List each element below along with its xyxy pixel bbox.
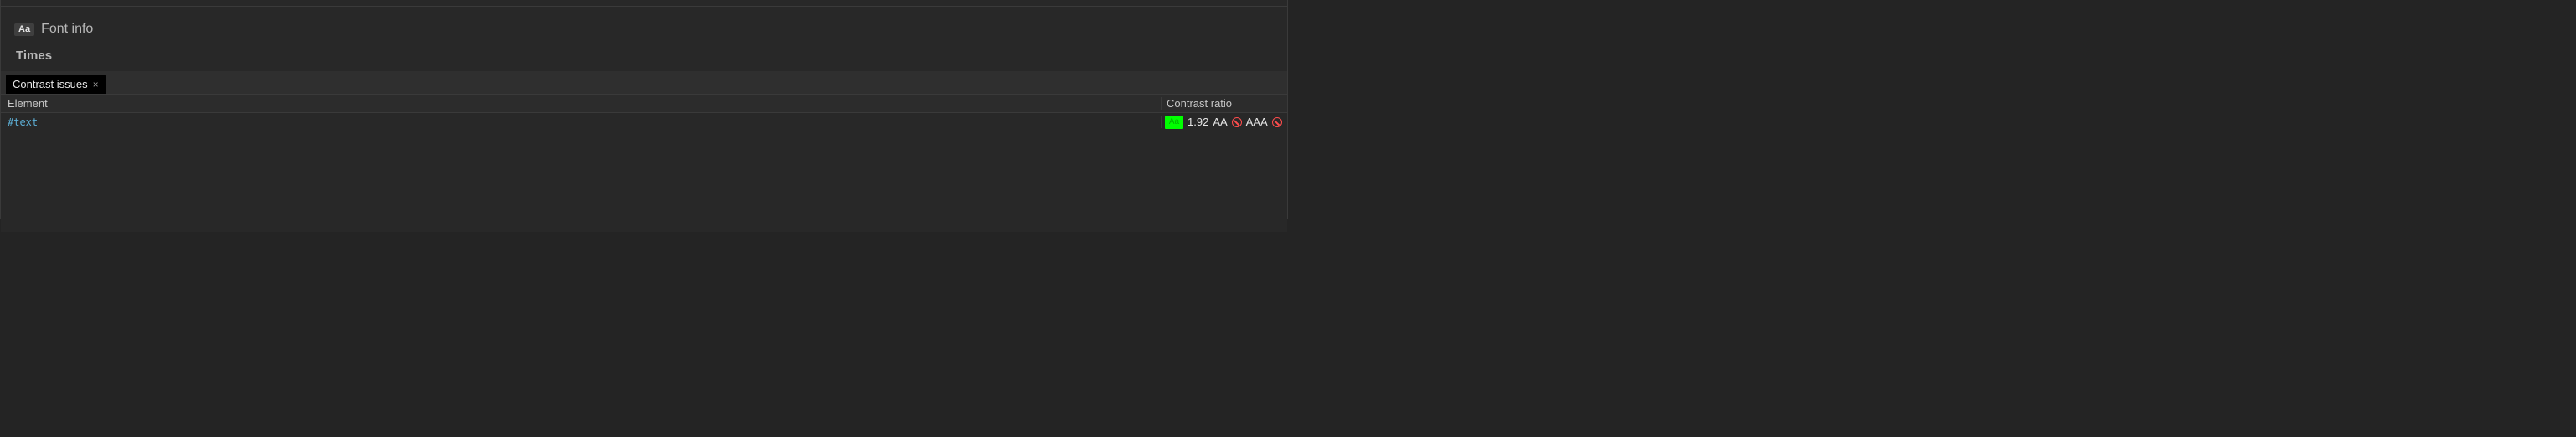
font-info-panel: Aa Font info Times xyxy=(1,7,1287,71)
contrast-cell: Aa 1.92 AA AAA xyxy=(1162,116,1287,129)
close-icon[interactable]: × xyxy=(93,79,99,90)
fail-icon xyxy=(1232,117,1242,127)
tabs-row: Contrast issues × xyxy=(1,71,1287,95)
table-row[interactable]: #text Aa 1.92 AA AAA xyxy=(1,113,1287,131)
contrast-swatch: Aa xyxy=(1165,116,1183,129)
fail-icon xyxy=(1272,117,1282,127)
empty-area xyxy=(1,131,1287,232)
table-header-row: Element Contrast ratio xyxy=(1,95,1287,113)
tab-contrast-issues[interactable]: Contrast issues × xyxy=(6,75,106,94)
column-header-contrast-ratio[interactable]: Contrast ratio xyxy=(1162,97,1287,110)
font-family-name: Times xyxy=(14,49,1274,63)
font-icon: Aa xyxy=(14,23,34,36)
font-info-title: Font info xyxy=(41,22,93,37)
contrast-ratio-value: 1.92 xyxy=(1188,116,1208,128)
element-cell[interactable]: #text xyxy=(1,116,1162,128)
tab-label: Contrast issues xyxy=(13,78,88,90)
aa-label: AA xyxy=(1213,116,1227,128)
separator xyxy=(1,0,1287,7)
aaa-label: AAA xyxy=(1246,116,1268,128)
column-header-element[interactable]: Element xyxy=(1,97,1162,110)
font-info-header: Aa Font info xyxy=(14,22,1274,37)
